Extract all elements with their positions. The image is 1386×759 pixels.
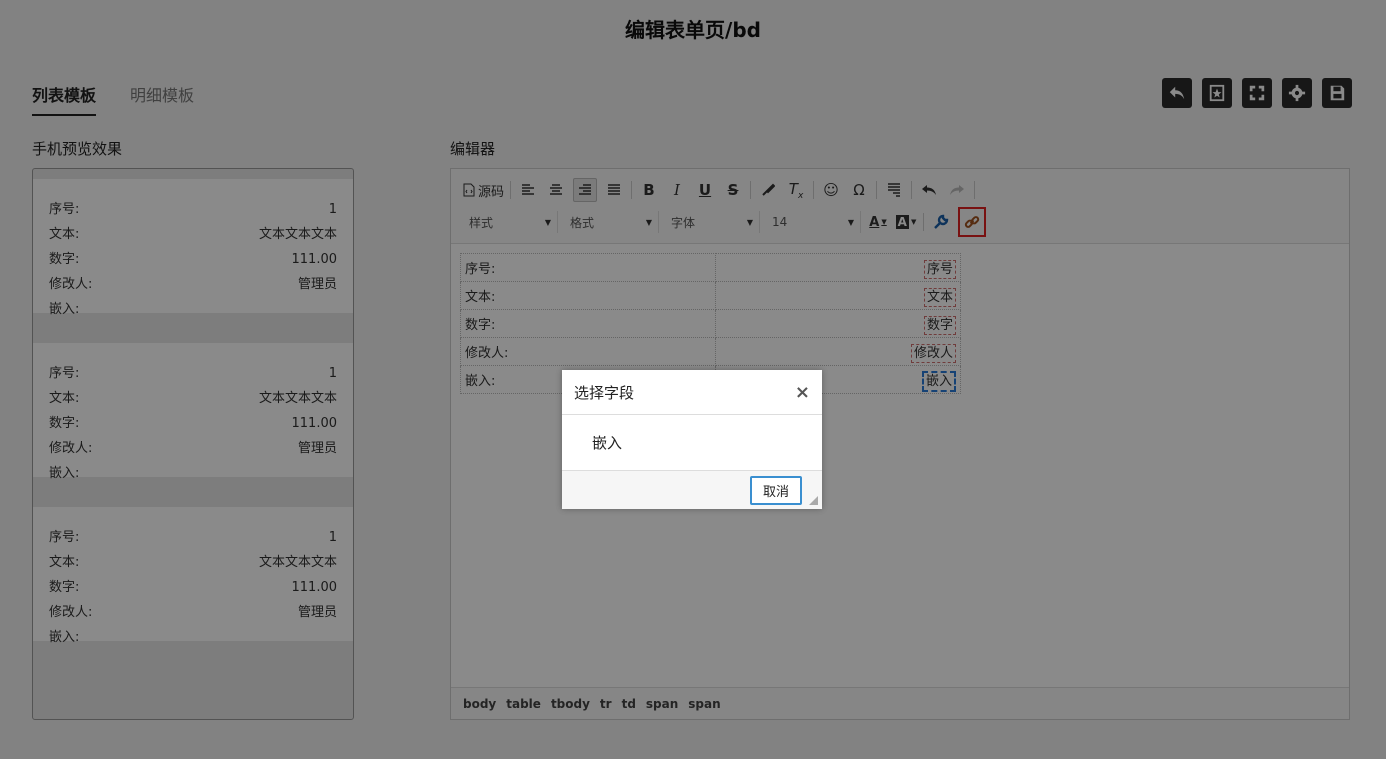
close-icon[interactable]: ×	[795, 382, 810, 403]
cancel-button[interactable]: 取消	[749, 475, 802, 505]
field-option[interactable]: 嵌入	[592, 432, 622, 453]
select-field-dialog: 选择字段 × 嵌入 取消	[562, 370, 822, 509]
dialog-footer: 取消	[562, 470, 822, 509]
dialog-title: 选择字段	[574, 383, 635, 402]
dialog-header: 选择字段 ×	[562, 370, 822, 415]
dialog-body: 嵌入	[562, 415, 822, 470]
resize-handle-icon[interactable]	[809, 496, 818, 505]
